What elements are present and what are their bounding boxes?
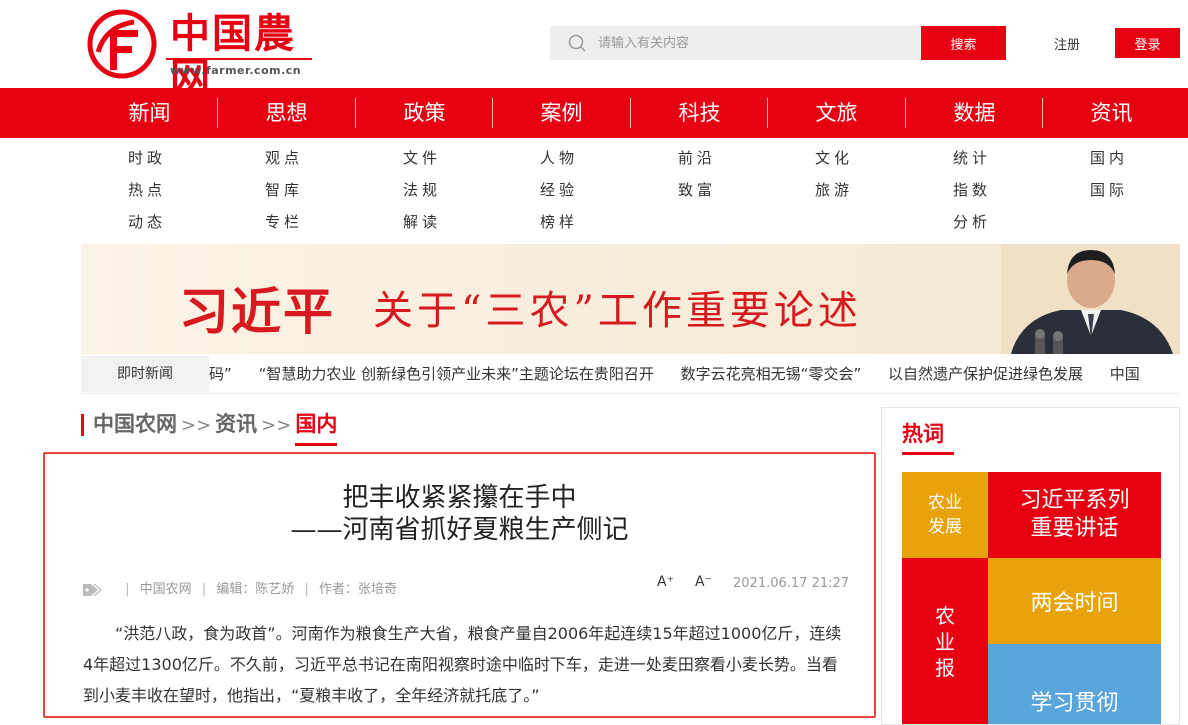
sub-nav-column: 国内 国际 bbox=[1090, 146, 1188, 210]
sub-nav-column: 人物 经验 榜样 bbox=[540, 146, 660, 242]
font-increase-button[interactable]: A⁺ bbox=[657, 574, 674, 590]
ticker-item[interactable]: 中国 bbox=[1110, 365, 1140, 383]
sub-nav: 时政 热点 动态 观点 智库 专栏 文件 法规 解读 人物 经验 榜样 前沿 致… bbox=[81, 138, 1180, 244]
farmer-logo-icon bbox=[87, 9, 157, 79]
article-meta: | 中国农网 | 编辑：陈艺娇 | 作者：张培奇 bbox=[83, 578, 397, 597]
feature-banner[interactable]: 习近平 关于“三农”工作重要论述 bbox=[81, 244, 1180, 354]
banner-name: 习近平 bbox=[179, 283, 335, 341]
breadcrumb-separator: >> bbox=[261, 415, 292, 436]
tile-study-implement[interactable]: 学习贯彻 bbox=[988, 644, 1161, 724]
article-title: 把丰收紧紧攥在手中 ——河南省抓好夏粮生产侧记 bbox=[45, 482, 874, 546]
tile-xi-speeches[interactable]: 习近平系列 重要讲话 bbox=[988, 472, 1161, 558]
nav-item-news[interactable]: 新闻 bbox=[81, 88, 218, 138]
article-editor: 编辑：陈艺娇 bbox=[216, 582, 295, 597]
sub-nav-item[interactable]: 经验 bbox=[540, 178, 660, 210]
nav-item-tech[interactable]: 科技 bbox=[631, 88, 768, 138]
logo-text: 中国農网 bbox=[170, 10, 296, 101]
sub-nav-item[interactable]: 专栏 bbox=[265, 210, 385, 242]
login-button[interactable]: 登录 bbox=[1115, 28, 1180, 58]
sub-nav-item[interactable]: 动态 bbox=[128, 210, 248, 242]
main-nav: 新闻 思想 政策 案例 科技 文旅 数据 资讯 bbox=[0, 88, 1188, 138]
site-logo[interactable]: 中国農网 www.farmer.com.cn bbox=[86, 8, 316, 100]
sub-nav-item[interactable]: 解读 bbox=[403, 210, 523, 242]
meta-separator: | bbox=[201, 582, 207, 597]
tile-agri-development[interactable]: 农业 发展 bbox=[902, 472, 988, 558]
sub-nav-item[interactable]: 分析 bbox=[953, 210, 1073, 242]
sub-nav-item[interactable]: 国内 bbox=[1090, 146, 1188, 178]
sub-nav-item[interactable]: 热点 bbox=[128, 178, 248, 210]
nav-item-cases[interactable]: 案例 bbox=[493, 88, 630, 138]
breadcrumb-marker bbox=[81, 414, 84, 436]
search-icon bbox=[568, 34, 586, 52]
sub-nav-item[interactable]: 统计 bbox=[953, 146, 1073, 178]
sub-nav-column: 观点 智库 专栏 bbox=[265, 146, 385, 242]
sub-nav-item[interactable]: 观点 bbox=[265, 146, 385, 178]
breadcrumb-section[interactable]: 资讯 bbox=[215, 412, 257, 436]
tile-agri-newspaper[interactable]: 农 业 报 bbox=[902, 558, 988, 724]
article-body: “洪范八政，食为政首”。河南作为粮食生产大省，粮食产量自2006年起连续15年超… bbox=[83, 624, 842, 705]
meta-separator: | bbox=[304, 582, 309, 597]
sub-nav-column: 统计 指数 分析 bbox=[953, 146, 1073, 242]
portrait-image bbox=[1001, 244, 1180, 354]
ticker-item[interactable]: 数字云花亮相无锡“零交会” bbox=[681, 365, 862, 383]
ticker-label: 即时新闻 bbox=[81, 356, 209, 392]
nav-item-thought[interactable]: 思想 bbox=[218, 88, 355, 138]
ticker-item[interactable]: “智慧助力农业 创新绿色引领产业未来”主题论坛在贵阳召开 bbox=[259, 365, 654, 383]
hot-words-sidebar: 热词 农业 发展 习近平系列 重要讲话 农 业 报 两会时间 学习贯彻 bbox=[881, 407, 1180, 725]
search-box bbox=[550, 26, 921, 60]
sub-nav-column: 文件 法规 解读 bbox=[403, 146, 523, 242]
logo-divider bbox=[166, 58, 312, 60]
sub-nav-item[interactable]: 人物 bbox=[540, 146, 660, 178]
breadcrumb-separator: >> bbox=[181, 415, 212, 436]
ticker-item[interactable]: 码” bbox=[209, 365, 232, 383]
banner-title: 关于“三农”工作重要论述 bbox=[373, 288, 862, 334]
site-header: 中国農网 www.farmer.com.cn 搜索 注册 登录 bbox=[0, 0, 1188, 100]
sub-nav-item[interactable]: 榜样 bbox=[540, 210, 660, 242]
nav-item-culture-travel[interactable]: 文旅 bbox=[768, 88, 905, 138]
sidebar-title-underline bbox=[902, 452, 954, 455]
tag-icon bbox=[83, 583, 102, 596]
breadcrumb-home[interactable]: 中国农网 bbox=[93, 412, 177, 436]
article-date: 2021.06.17 21:27 bbox=[733, 576, 850, 591]
sub-nav-item[interactable]: 文化 bbox=[815, 146, 935, 178]
article-author: 作者：张培奇 bbox=[319, 582, 398, 597]
sub-nav-item[interactable]: 法规 bbox=[403, 178, 523, 210]
sub-nav-item[interactable]: 前沿 bbox=[678, 146, 798, 178]
sub-nav-column: 时政 热点 动态 bbox=[128, 146, 248, 242]
sub-nav-item[interactable]: 旅游 bbox=[815, 178, 935, 210]
nav-item-policy[interactable]: 政策 bbox=[356, 88, 493, 138]
breadcrumb-current[interactable]: 国内 bbox=[295, 412, 337, 436]
sub-nav-item[interactable]: 致富 bbox=[678, 178, 798, 210]
register-link[interactable]: 注册 bbox=[1054, 34, 1080, 53]
ticker-items: 码” “智慧助力农业 创新绿色引领产业未来”主题论坛在贵阳召开 数字云花亮相无锡… bbox=[209, 356, 1162, 392]
font-decrease-button[interactable]: A⁻ bbox=[695, 574, 712, 590]
tile-two-sessions[interactable]: 两会时间 bbox=[988, 558, 1161, 644]
sidebar-title: 热词 bbox=[902, 422, 944, 446]
logo-url: www.farmer.com.cn bbox=[170, 64, 302, 77]
search-input[interactable] bbox=[598, 26, 908, 60]
sub-nav-item[interactable]: 国际 bbox=[1090, 178, 1188, 210]
nav-item-data[interactable]: 数据 bbox=[906, 88, 1043, 138]
news-ticker: 即时新闻 码” “智慧助力农业 创新绿色引领产业未来”主题论坛在贵阳召开 数字云… bbox=[81, 354, 1180, 394]
sub-nav-item[interactable]: 时政 bbox=[128, 146, 248, 178]
article-subtitle-line: ——河南省抓好夏粮生产侧记 bbox=[290, 515, 629, 545]
sub-nav-item[interactable]: 文件 bbox=[403, 146, 523, 178]
sub-nav-column: 文化 旅游 bbox=[815, 146, 935, 210]
breadcrumb-trail: 中国农网 >> 资讯 >> 国内 bbox=[93, 408, 337, 438]
ticker-item[interactable]: 以自然遗产保护促进绿色发展 bbox=[888, 365, 1083, 383]
search-button[interactable]: 搜索 bbox=[921, 26, 1006, 60]
meta-separator: | bbox=[125, 582, 130, 597]
sub-nav-item[interactable]: 智库 bbox=[265, 178, 385, 210]
article-title-line: 把丰收紧紧攥在手中 bbox=[342, 483, 577, 513]
article-panel: 把丰收紧紧攥在手中 ——河南省抓好夏粮生产侧记 | 中国农网 | 编辑：陈艺娇 … bbox=[43, 452, 876, 718]
article-source: 中国农网 bbox=[139, 582, 192, 597]
nav-item-info[interactable]: 资讯 bbox=[1043, 88, 1180, 138]
sub-nav-item[interactable]: 指数 bbox=[953, 178, 1073, 210]
sub-nav-column: 前沿 致富 bbox=[678, 146, 798, 210]
